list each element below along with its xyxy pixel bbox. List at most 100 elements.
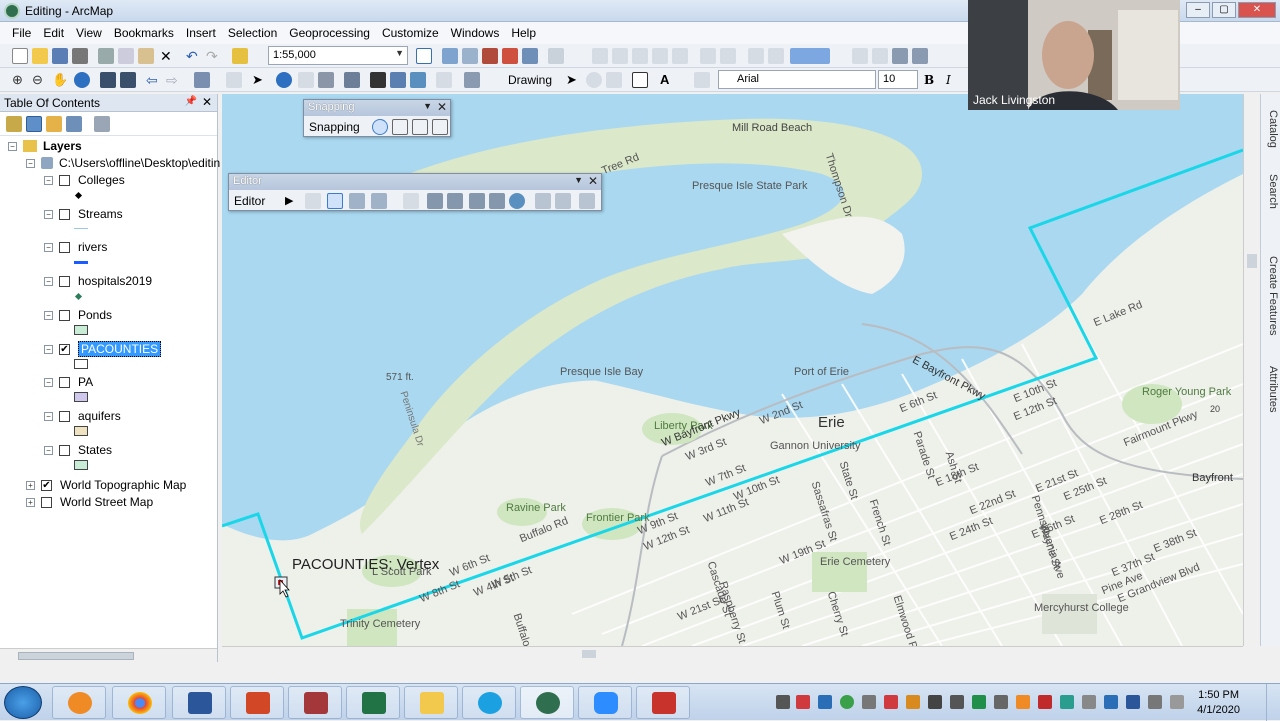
zoom-in-icon[interactable]: ⊕ xyxy=(12,72,28,88)
select-pointer-icon[interactable]: ➤ xyxy=(566,72,582,88)
collapse-icon[interactable]: − xyxy=(44,276,53,286)
layers-root[interactable]: − Layers xyxy=(8,138,82,154)
collapse-icon[interactable]: − xyxy=(44,209,53,219)
layer-dropdown[interactable] xyxy=(790,48,830,64)
tray-icon[interactable] xyxy=(840,695,854,709)
select-elements-icon[interactable]: ➤ xyxy=(252,72,268,88)
go-to-xy-icon[interactable] xyxy=(410,72,426,88)
collapse-icon[interactable]: − xyxy=(44,377,53,387)
maximize-button[interactable]: ▢ xyxy=(1212,2,1236,18)
editor-title-bar[interactable]: Editor ▼ ✕ xyxy=(229,174,601,190)
search-tab[interactable]: Search xyxy=(1263,158,1279,209)
cut-icon[interactable] xyxy=(98,48,114,64)
scrollbar-thumb[interactable] xyxy=(1247,254,1257,268)
close-icon[interactable]: ✕ xyxy=(437,100,447,114)
menu-windows[interactable]: Windows xyxy=(445,26,506,40)
basemap-layer-row[interactable]: + ✔ World Topographic Map xyxy=(26,477,186,493)
new-text-icon[interactable]: A xyxy=(660,72,676,88)
system-clock[interactable]: 1:50 PM 4/1/2020 xyxy=(1197,688,1240,718)
menu-file[interactable]: File xyxy=(6,26,37,40)
clear-selection-icon[interactable] xyxy=(226,72,242,88)
arctoolbox-icon[interactable] xyxy=(482,48,498,64)
network-icon[interactable] xyxy=(1148,695,1162,709)
scrollbar-thumb[interactable] xyxy=(582,650,596,658)
edge-snapping-icon[interactable] xyxy=(432,119,448,135)
trace-icon[interactable] xyxy=(371,193,387,209)
datasource-row[interactable]: − C:\Users\offline\Desktop\editin xyxy=(26,155,220,171)
tray-icon[interactable] xyxy=(884,695,898,709)
show-desktop-button[interactable] xyxy=(1266,684,1280,721)
catalog-tab[interactable]: Catalog xyxy=(1263,94,1279,148)
layer-visibility-checkbox[interactable]: ✔ xyxy=(41,479,52,491)
map-vertical-scrollbar[interactable] xyxy=(1243,94,1259,646)
pan-icon[interactable]: ✋ xyxy=(52,72,68,88)
tray-icon[interactable] xyxy=(862,695,876,709)
menu-help[interactable]: Help xyxy=(505,26,542,40)
collapse-icon[interactable]: − xyxy=(44,310,53,320)
collapse-icon[interactable]: − xyxy=(44,175,53,185)
attributes-tab[interactable]: Attributes xyxy=(1263,350,1279,412)
toc-layer-row[interactable]: − hospitals2019 xyxy=(44,273,152,289)
cut-polygons-icon[interactable] xyxy=(469,193,485,209)
chevron-down-icon[interactable]: ▼ xyxy=(423,101,432,111)
model-builder-icon[interactable] xyxy=(522,48,538,64)
attributes-icon[interactable] xyxy=(535,193,551,209)
editor-toolbar-icon[interactable] xyxy=(416,48,432,64)
layer-visibility-checkbox[interactable] xyxy=(59,241,70,253)
layer-visibility-checkbox[interactable]: ✔ xyxy=(59,343,70,355)
toc-layer-row[interactable]: − States xyxy=(44,442,112,458)
bluetooth-icon[interactable] xyxy=(1104,695,1118,709)
reshape-feature-icon[interactable] xyxy=(447,193,463,209)
find-route-icon[interactable] xyxy=(390,72,406,88)
scrollbar-thumb[interactable] xyxy=(18,652,134,660)
tray-icon[interactable] xyxy=(1038,695,1052,709)
delete-icon[interactable]: ✕ xyxy=(160,48,176,64)
menu-edit[interactable]: Edit xyxy=(37,26,70,40)
close-window-button[interactable]: ✕ xyxy=(1238,2,1276,18)
drawing-menu[interactable]: Drawing xyxy=(508,73,552,87)
layer-name[interactable]: hospitals2019 xyxy=(78,274,152,288)
rectangle-icon[interactable] xyxy=(632,72,648,88)
select-features-icon[interactable] xyxy=(194,72,210,88)
tray-icon[interactable] xyxy=(1060,695,1074,709)
tool-icon[interactable] xyxy=(912,48,928,64)
search-window-icon[interactable] xyxy=(462,48,478,64)
snapping-title-bar[interactable]: Snapping ▼ ✕ xyxy=(304,100,450,116)
layer-visibility-checkbox[interactable] xyxy=(59,444,70,456)
end-snapping-icon[interactable] xyxy=(392,119,408,135)
python-window-icon[interactable] xyxy=(502,48,518,64)
paste-icon[interactable] xyxy=(138,48,154,64)
tray-icon[interactable] xyxy=(906,695,920,709)
layer-visibility-checkbox[interactable] xyxy=(59,376,70,388)
start-button[interactable] xyxy=(4,686,42,719)
toc-layer-row[interactable]: − rivers xyxy=(44,239,107,255)
toc-layer-row[interactable]: − PA xyxy=(44,374,93,390)
close-icon[interactable]: ✕ xyxy=(588,174,598,188)
taskbar-media-player[interactable] xyxy=(52,686,106,719)
layer-name[interactable]: PACOUNTIES xyxy=(78,341,162,357)
layer-name[interactable]: aquifers xyxy=(78,409,121,423)
save-icon[interactable] xyxy=(52,48,68,64)
volume-icon[interactable] xyxy=(1170,695,1184,709)
taskbar-snagit[interactable] xyxy=(636,686,690,719)
catalog-window-icon[interactable] xyxy=(442,48,458,64)
menu-geoprocessing[interactable]: Geoprocessing xyxy=(283,26,376,40)
menu-insert[interactable]: Insert xyxy=(180,26,222,40)
toc-layer-row[interactable]: − Streams xyxy=(44,206,123,222)
end-point-arc-icon[interactable] xyxy=(349,193,365,209)
edit-tool-icon[interactable]: ▶ xyxy=(285,193,301,209)
straight-segment-icon[interactable] xyxy=(327,193,343,209)
collapse-icon[interactable]: − xyxy=(44,411,53,421)
menu-customize[interactable]: Customize xyxy=(376,26,445,40)
options-icon[interactable] xyxy=(94,116,110,132)
tray-icon[interactable] xyxy=(950,695,964,709)
toc-layer-row[interactable]: − Colleges xyxy=(44,172,125,188)
full-extent-icon[interactable] xyxy=(74,72,90,88)
expand-icon[interactable]: + xyxy=(26,480,35,490)
tray-icon[interactable] xyxy=(796,695,810,709)
editor-menu[interactable]: Editor xyxy=(234,194,265,208)
snapping-menu[interactable]: Snapping xyxy=(309,120,360,134)
toc-horizontal-scrollbar[interactable] xyxy=(0,648,217,662)
forward-arrow-icon[interactable]: ⇨ xyxy=(166,72,182,88)
layer-visibility-checkbox[interactable] xyxy=(59,208,70,220)
